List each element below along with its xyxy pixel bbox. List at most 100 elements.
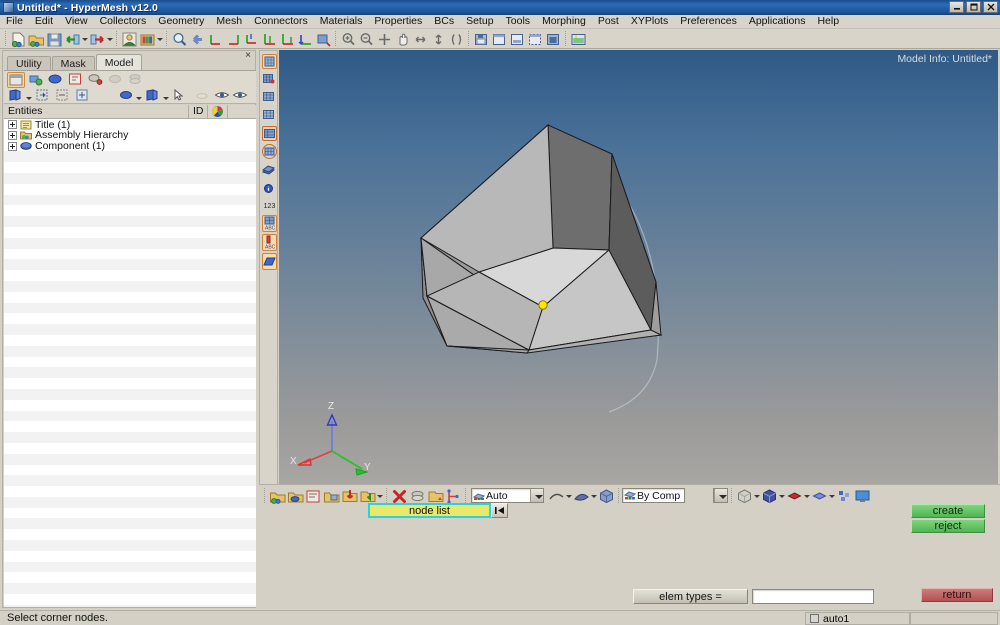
column-id[interactable]: ID bbox=[189, 105, 208, 119]
fit-view-icon[interactable] bbox=[526, 30, 543, 47]
rotate-horizontal-icon[interactable] bbox=[411, 30, 428, 47]
menu-help[interactable]: Help bbox=[811, 15, 845, 28]
tree-item-component[interactable]: Component (1) bbox=[4, 141, 256, 152]
create-solid-icon[interactable] bbox=[322, 487, 339, 504]
restore-view-icon[interactable] bbox=[490, 30, 507, 47]
component-color-dropdown-arrow[interactable] bbox=[135, 89, 142, 102]
select-mode-combo[interactable]: Auto bbox=[471, 488, 544, 503]
tree-row[interactable]: Assembly Hierarchy bbox=[4, 130, 256, 141]
user-profile-icon[interactable] bbox=[120, 30, 137, 47]
entity-tree[interactable]: Title (1) Assembly Hierarchy bbox=[4, 119, 256, 607]
menu-edit[interactable]: Edit bbox=[29, 15, 59, 28]
organize-icon[interactable] bbox=[408, 487, 425, 504]
import-dropdown-arrow[interactable] bbox=[81, 30, 88, 47]
geometry-label-icon[interactable] bbox=[262, 253, 277, 270]
color-mode-dropdown-arrow[interactable] bbox=[714, 489, 727, 502]
tree-row[interactable]: Title (1) bbox=[4, 119, 256, 130]
by-line-dropdown-arrow[interactable] bbox=[565, 487, 572, 504]
project-icon[interactable] bbox=[340, 487, 357, 504]
expand-icon[interactable] bbox=[8, 131, 17, 140]
mesh-wire-icon[interactable] bbox=[262, 108, 277, 123]
create-node-icon[interactable] bbox=[268, 487, 285, 504]
expand-icon[interactable] bbox=[8, 142, 17, 151]
feature-icon[interactable] bbox=[835, 487, 852, 504]
sync-icon[interactable] bbox=[87, 72, 105, 88]
view-zx-icon[interactable] bbox=[242, 30, 259, 47]
mesh-traditional-icon[interactable] bbox=[262, 144, 277, 159]
menu-collectors[interactable]: Collectors bbox=[94, 15, 153, 28]
menu-mesh[interactable]: Mesh bbox=[210, 15, 248, 28]
rotate-vertical-icon[interactable] bbox=[429, 30, 446, 47]
tab-model[interactable]: Model bbox=[96, 54, 143, 70]
renumber-icon[interactable] bbox=[426, 487, 443, 504]
edges-icon[interactable] bbox=[444, 487, 461, 504]
status-component-cell[interactable]: auto1 bbox=[805, 612, 910, 625]
save-view-icon[interactable] bbox=[472, 30, 489, 47]
fit-column-icon[interactable] bbox=[34, 88, 52, 104]
by-solid-icon[interactable] bbox=[597, 487, 614, 504]
menu-properties[interactable]: Properties bbox=[368, 15, 428, 28]
elem-types-field[interactable] bbox=[752, 589, 874, 604]
delete-icon[interactable] bbox=[390, 487, 407, 504]
view-rotate-z-icon[interactable] bbox=[296, 30, 313, 47]
hex-solid-mesh[interactable] bbox=[279, 50, 998, 484]
menu-view[interactable]: View bbox=[59, 15, 94, 28]
shaded-mesh-dropdown-arrow[interactable] bbox=[778, 487, 785, 504]
expand-icon[interactable] bbox=[8, 120, 17, 129]
ghost-icon[interactable] bbox=[107, 72, 125, 88]
view-rotate-y-icon[interactable] bbox=[278, 30, 295, 47]
create-surface-icon[interactable] bbox=[304, 487, 321, 504]
tab-mask[interactable]: Mask bbox=[52, 56, 95, 70]
view-rotate-x-icon[interactable] bbox=[260, 30, 277, 47]
tab-utility[interactable]: Utility bbox=[7, 56, 51, 70]
translate-icon[interactable] bbox=[358, 487, 375, 504]
node-list-reset-button[interactable] bbox=[491, 503, 508, 518]
zoom-out-icon[interactable] bbox=[357, 30, 374, 47]
by-line-icon[interactable] bbox=[547, 487, 564, 504]
mesh-feature-icon[interactable] bbox=[262, 72, 277, 87]
import-icon[interactable] bbox=[63, 30, 80, 47]
mesh-solid-icon[interactable] bbox=[262, 126, 277, 141]
show-all-icon[interactable] bbox=[214, 88, 232, 104]
expand-icon[interactable] bbox=[74, 88, 92, 104]
numbers-123-icon[interactable]: 123 bbox=[262, 200, 277, 215]
export-dropdown-arrow[interactable] bbox=[106, 30, 113, 47]
shaded-icon[interactable] bbox=[785, 487, 802, 504]
mesh-shrink-icon[interactable] bbox=[262, 54, 277, 69]
wireframe-icon[interactable] bbox=[735, 487, 752, 504]
select-mode-dropdown-arrow[interactable] bbox=[530, 489, 543, 502]
view-xy-icon[interactable] bbox=[206, 30, 223, 47]
color-dropdown-arrow[interactable] bbox=[156, 30, 163, 47]
display-icon[interactable] bbox=[7, 88, 25, 104]
translate-dropdown-arrow[interactable] bbox=[376, 487, 383, 504]
view-yz-icon[interactable] bbox=[224, 30, 241, 47]
color-swatch-icon[interactable] bbox=[208, 105, 228, 119]
by-surface-icon[interactable] bbox=[572, 487, 589, 504]
shaded-mesh-icon[interactable] bbox=[760, 487, 777, 504]
transparent-icon[interactable] bbox=[810, 487, 827, 504]
window-view-icon[interactable] bbox=[508, 30, 525, 47]
menu-bcs[interactable]: BCs bbox=[428, 15, 460, 28]
menu-geometry[interactable]: Geometry bbox=[152, 15, 210, 28]
view-flip-icon[interactable] bbox=[314, 30, 331, 47]
menu-applications[interactable]: Applications bbox=[743, 15, 812, 28]
transparent-dropdown-arrow[interactable] bbox=[828, 487, 835, 504]
menu-xyplots[interactable]: XYPlots bbox=[625, 15, 674, 28]
elem-types-button[interactable]: elem types = bbox=[633, 589, 748, 604]
display-dropdown-arrow[interactable] bbox=[25, 89, 32, 102]
refresh-icon[interactable] bbox=[27, 72, 45, 88]
create-button[interactable]: create bbox=[911, 504, 985, 518]
element-display-dropdown-arrow[interactable] bbox=[162, 89, 169, 102]
panel-close-icon[interactable]: × bbox=[243, 51, 253, 61]
menu-materials[interactable]: Materials bbox=[314, 15, 369, 28]
new-model-icon[interactable] bbox=[9, 30, 26, 47]
display-monitor-icon[interactable] bbox=[853, 487, 870, 504]
show-one-icon[interactable] bbox=[232, 88, 250, 104]
node-label-icon[interactable]: ABC bbox=[262, 234, 277, 251]
load-config-icon[interactable] bbox=[67, 72, 85, 88]
color-palette-icon[interactable] bbox=[138, 30, 155, 47]
menu-connectors[interactable]: Connectors bbox=[248, 15, 314, 28]
stack-icon[interactable] bbox=[127, 72, 145, 88]
collapse-icon[interactable] bbox=[54, 88, 72, 104]
menu-setup[interactable]: Setup bbox=[460, 15, 499, 28]
